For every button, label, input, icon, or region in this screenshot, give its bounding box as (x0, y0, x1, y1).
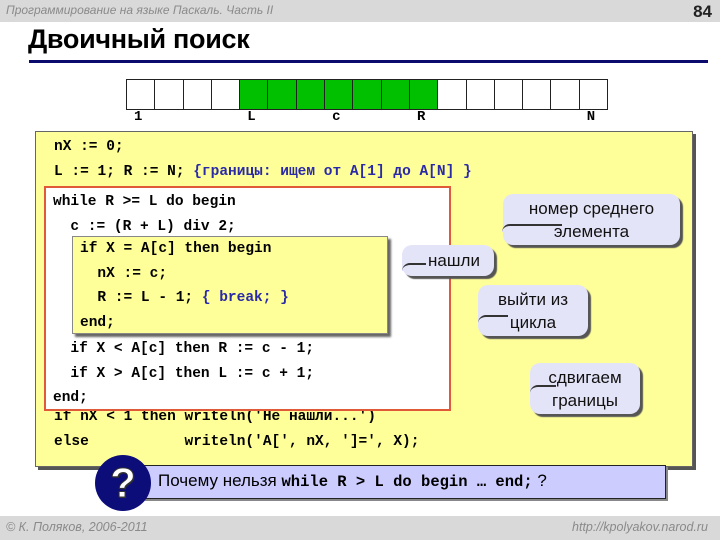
question-code: while R > L do begin … end; (281, 473, 533, 491)
site-url: http://kpolyakov.narod.ru (572, 520, 708, 534)
page-number: 84 (693, 2, 712, 21)
callout-text: границы (552, 391, 618, 410)
code-line: if X < A[c] then R := c - 1; (53, 337, 314, 362)
array-cell (523, 80, 552, 109)
array-cell (155, 80, 184, 109)
callout-found: нашли (402, 245, 494, 276)
callout-text: сдвигаем (548, 368, 622, 387)
code-line: nX := 0; (54, 135, 472, 160)
code-text: end; (80, 314, 115, 331)
code-text: if X = A[c] then begin (80, 241, 272, 257)
array-cell (183, 80, 212, 109)
array-cell (127, 80, 156, 109)
callout-text: цикла (509, 313, 557, 332)
array-index-label: c (332, 109, 341, 125)
array-index-label: R (417, 109, 426, 125)
code-text: else writeln('A[', nX, ']=', X); (54, 433, 420, 450)
code-text: end; (53, 390, 88, 407)
array-index-label: L (247, 109, 256, 125)
code-line: if X = A[c] then begin (80, 237, 289, 262)
code-line: R := L - 1; { break; } (80, 286, 289, 311)
page-title: Двоичный поиск (28, 24, 250, 54)
array-cell (240, 80, 269, 109)
array-diagram (126, 79, 609, 110)
code-text: if X > A[c] then L := c + 1; (53, 365, 315, 382)
course-title: Программирование на языке Паскаль. Часть… (6, 3, 274, 17)
array-index-label: 1 (134, 109, 143, 125)
code-line: if X > A[c] then L := c + 1; (53, 362, 314, 387)
question-prefix: Почему нельзя (158, 471, 282, 490)
array-cell (211, 80, 241, 109)
code-line: end; (53, 386, 314, 411)
loop-head: while R >= L do begin c := (R + L) div 2… (53, 190, 236, 239)
code-line: L := 1; R := N; {границы: ищем от A[1] д… (54, 160, 472, 185)
array-cell (409, 80, 439, 109)
code-text: L := 1; R := N; (54, 163, 194, 180)
copyright: © К. Поляков, 2006-2011 (6, 520, 148, 534)
callout-text: нашли (428, 251, 480, 270)
array-cell (381, 80, 410, 109)
code-text: while R >= L do begin (53, 194, 236, 210)
callout-text: выйти из (497, 290, 569, 309)
code-comment: {границы: ищем от A[1] до A[N] } (193, 163, 472, 180)
question-mark-icon: ? (95, 455, 151, 511)
title-divider (29, 60, 708, 63)
code-pre: nX := 0; L := 1; R := N; {границы: ищем о… (54, 135, 472, 184)
code-comment: { break; } (201, 290, 289, 307)
code-text: nX := 0; (54, 139, 124, 155)
array-cell (438, 80, 467, 109)
array-cell (353, 80, 382, 109)
array-cell (268, 80, 297, 109)
footer-bar: © К. Поляков, 2006-2011 http://kpolyakov… (0, 516, 720, 540)
code-line: else writeln('A[', nX, ']=', X); (54, 430, 419, 455)
code-text: if X < A[c] then R := c - 1; (53, 341, 315, 357)
code-text: nX := c; (80, 265, 168, 282)
array-cell (551, 80, 580, 109)
found-code: if X = A[c] then begin nX := c; R := L -… (80, 237, 289, 335)
code-line: nX := c; (80, 262, 289, 287)
code-text: if nX < 1 then writeln('Не нашли...') (54, 409, 376, 425)
callout-text: элемента (553, 222, 630, 241)
found-block: if X = A[c] then begin nX := c; R := L -… (72, 236, 388, 334)
question-box: Почему нельзя while R > L do begin … end… (143, 465, 666, 499)
callout-middle-element: номер среднего элемента (502, 194, 680, 245)
array-cell (296, 80, 326, 109)
array-cell (494, 80, 524, 109)
array-cell (466, 80, 495, 109)
code-text: R := L - 1; (80, 290, 202, 307)
loop-tail: if X < A[c] then R := c - 1; if X > A[c]… (53, 337, 314, 411)
array-cell (325, 80, 354, 109)
callout-shift-bounds: сдвигаем границы (530, 363, 640, 414)
callout-exit-loop: выйти из цикла (478, 285, 588, 336)
array-cell (579, 80, 608, 109)
code-line: end; (80, 311, 289, 336)
code-post: if nX < 1 then writeln('Не нашли...') els… (54, 405, 419, 454)
header-bar: Программирование на языке Паскаль. Часть… (0, 0, 720, 22)
code-line: while R >= L do begin (53, 190, 236, 215)
question-text: Почему нельзя while R > L do begin … end… (158, 471, 547, 491)
array-index-label: N (586, 109, 596, 125)
callout-text: номер среднего (528, 199, 655, 218)
question-suffix: ? (532, 471, 547, 490)
code-text: c := (R + L) div 2; (53, 218, 236, 235)
